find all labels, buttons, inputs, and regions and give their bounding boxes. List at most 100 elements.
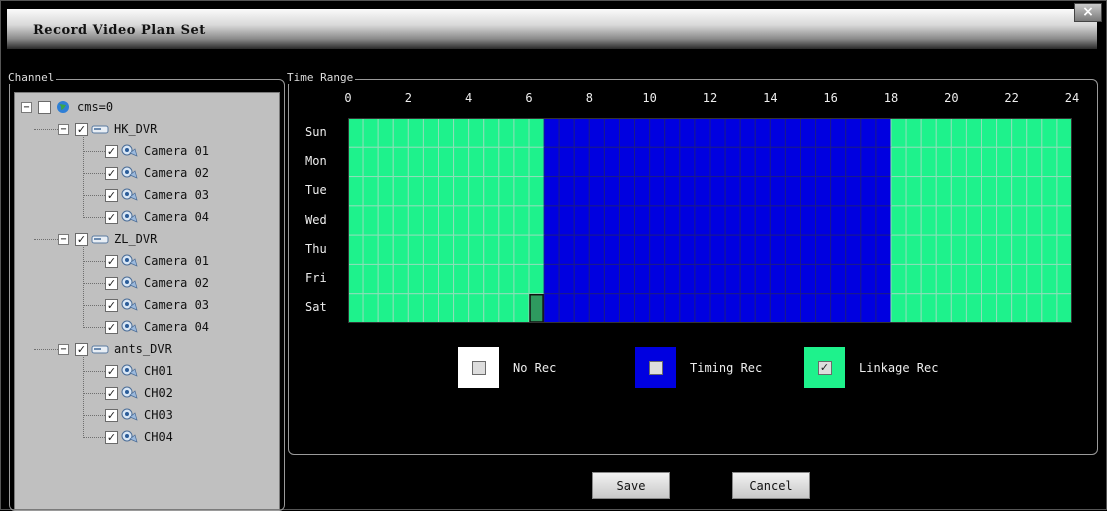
linkage-rec-slot[interactable] [468,176,485,207]
timing-rec-slot[interactable] [588,146,605,178]
timing-rec-slot[interactable] [694,234,711,265]
timing-rec-slot[interactable] [573,118,590,148]
timing-rec-slot[interactable] [815,263,832,295]
linkage-rec-slot[interactable] [422,205,439,236]
linkage-rec-slot[interactable] [920,205,937,236]
collapse-toggle[interactable]: − [58,233,69,245]
linkage-rec-slot[interactable] [965,176,983,207]
collapse-toggle[interactable]: − [58,343,69,355]
timing-rec-slot[interactable] [558,205,575,236]
linkage-rec-slot[interactable] [965,205,983,236]
linkage-rec-slot[interactable] [965,263,983,295]
timing-rec-slot[interactable] [845,118,862,148]
timing-rec-slot[interactable] [860,234,877,265]
timing-rec-slot[interactable] [860,176,877,207]
linkage-rec-slot[interactable] [920,176,937,207]
linkage-rec-slot[interactable] [1056,234,1072,265]
timing-rec-slot[interactable] [769,146,786,178]
linkage-rec-slot[interactable] [348,176,364,207]
linkage-rec-slot[interactable] [935,118,952,148]
tree-node-camera[interactable]: ✓ Camera 01 [105,250,209,272]
linkage-rec-slot[interactable] [1011,146,1028,178]
linkage-rec-slot[interactable] [483,234,500,265]
linkage-rec-slot[interactable] [905,176,922,207]
timing-rec-slot[interactable] [739,263,756,295]
timing-rec-slot[interactable] [558,293,575,323]
timing-rec-slot[interactable] [573,205,590,236]
timing-rec-slot[interactable] [573,234,590,265]
linkage-rec-slot[interactable] [1056,146,1072,178]
timing-rec-slot[interactable] [694,176,711,207]
timing-rec-slot[interactable] [649,263,666,295]
tree-node-camera[interactable]: ✓ CH01 [105,360,173,382]
timing-rec-slot[interactable] [830,263,847,295]
timing-rec-slot[interactable] [558,234,575,265]
timing-rec-slot[interactable] [619,293,636,323]
timing-rec-slot[interactable] [860,146,877,178]
linkage-rec-slot[interactable] [392,293,409,323]
timing-rec-slot[interactable] [664,118,681,148]
linkage-rec-slot[interactable] [1026,205,1043,236]
linkage-rec-slot[interactable] [905,146,922,178]
timing-rec-slot[interactable] [875,234,892,265]
save-button[interactable]: Save [592,472,670,499]
timing-rec-slot[interactable] [754,293,771,323]
timing-rec-slot[interactable] [769,205,786,236]
tree-node-camera[interactable]: ✓ Camera 02 [105,162,209,184]
tree-node-camera[interactable]: ✓ CH02 [105,382,173,404]
linkage-rec-slot[interactable] [498,146,515,178]
timing-rec-slot[interactable] [573,293,590,323]
timing-rec-slot[interactable] [845,146,862,178]
dvr-checkbox[interactable]: ✓ [75,232,88,246]
timing-rec-slot[interactable] [634,146,651,178]
linkage-rec-slot[interactable] [1056,118,1072,148]
legend-linkage-rec[interactable]: ✓ Linkage Rec [804,347,938,388]
timing-rec-slot[interactable] [815,176,832,207]
camera-checkbox[interactable]: ✓ [105,210,118,224]
linkage-rec-slot[interactable] [890,263,907,295]
timing-rec-slot[interactable] [709,146,726,178]
timing-rec-slot[interactable] [619,118,636,148]
linkage-rec-slot[interactable] [920,263,937,295]
linkage-rec-slot[interactable] [498,263,515,295]
timing-rec-slot[interactable] [573,146,590,178]
linkage-rec-slot[interactable] [528,176,545,207]
tree-node-dvr[interactable]: − ✓ ants_DVR [58,338,172,360]
timing-rec-slot[interactable] [875,118,892,148]
linkage-rec-slot[interactable] [438,176,455,207]
timing-rec-slot[interactable] [634,234,651,265]
linkage-rec-slot[interactable] [453,176,470,207]
linkage-rec-slot[interactable] [438,293,455,323]
tree-node-camera[interactable]: ✓ CH04 [105,426,173,448]
timing-rec-slot[interactable] [830,205,847,236]
camera-checkbox[interactable]: ✓ [105,254,118,268]
linkage-rec-slot[interactable] [981,205,998,236]
no-rec-swatch[interactable] [458,347,499,388]
timing-rec-slot[interactable] [724,118,741,148]
linkage-rec-slot[interactable] [362,263,379,295]
linkage-rec-slot[interactable] [935,263,952,295]
timing-rec-slot[interactable] [603,146,620,178]
linkage-rec-slot[interactable] [996,118,1013,148]
timing-rec-slot[interactable] [815,118,832,148]
root-checkbox[interactable] [38,100,51,114]
timing-rec-slot[interactable] [619,205,636,236]
linkage-rec-slot[interactable] [996,176,1013,207]
linkage-rec-slot[interactable] [362,205,379,236]
camera-checkbox[interactable]: ✓ [105,430,118,444]
timing-rec-slot[interactable] [603,293,620,323]
camera-checkbox[interactable]: ✓ [105,144,118,158]
collapse-toggle[interactable]: − [58,123,69,135]
linkage-rec-swatch[interactable]: ✓ [804,347,845,388]
timing-rec-slot[interactable] [860,118,877,148]
timing-rec-slot[interactable] [588,176,605,207]
timing-rec-slot[interactable] [664,205,681,236]
timing-rec-slot[interactable] [739,176,756,207]
linkage-rec-slot[interactable] [528,263,545,295]
linkage-rec-slot[interactable] [905,293,922,323]
linkage-rec-slot[interactable] [935,234,952,265]
collapse-toggle[interactable]: − [21,101,32,113]
schedule-grid[interactable] [348,118,1072,323]
timing-rec-slot[interactable] [694,146,711,178]
linkage-rec-slot[interactable] [1026,176,1043,207]
